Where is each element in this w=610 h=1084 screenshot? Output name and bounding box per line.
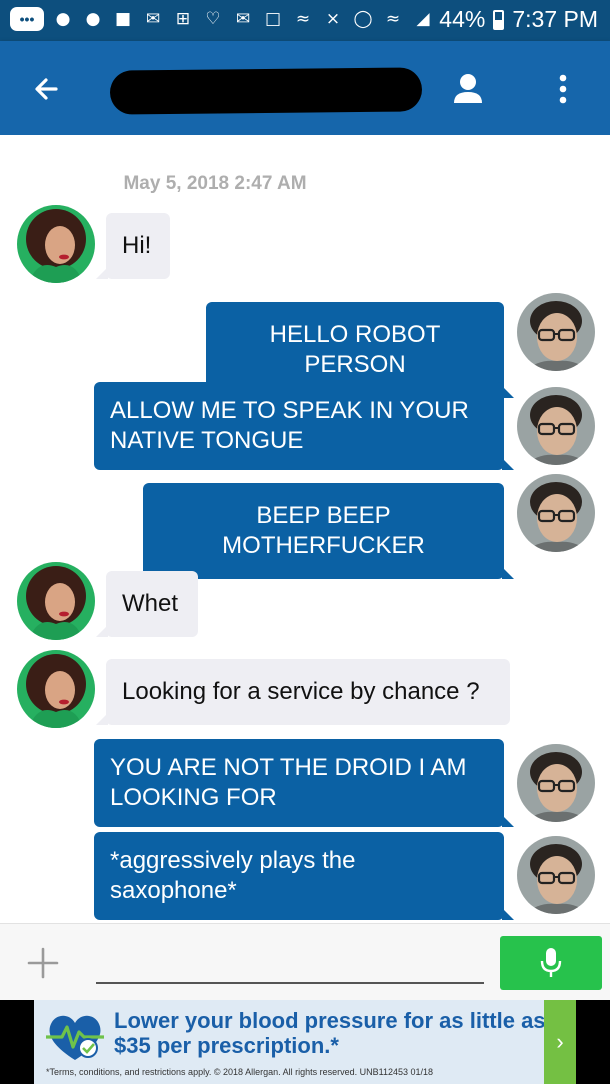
alarm-icon: ◯ bbox=[353, 9, 373, 29]
messenger-icon: ● bbox=[85, 9, 101, 29]
status-bar: ••• ● ● ■ ✉ ⊞ ♡ ✉ □ ≈ × ◯ ≈ ◢ 44% 7:37 P… bbox=[0, 0, 610, 41]
message-input[interactable] bbox=[96, 944, 484, 984]
cell-signal-icon: ◢ bbox=[416, 9, 430, 29]
snapchat-icon: ● bbox=[55, 9, 71, 29]
ad-headline: Lower your blood pressure for as little … bbox=[114, 1008, 546, 1058]
wifi-icon: ≈ bbox=[295, 9, 311, 29]
battery-icon bbox=[493, 9, 505, 30]
incoming-bubble[interactable]: Whet bbox=[96, 571, 198, 637]
wifi-signal-icon: ≈ bbox=[385, 9, 401, 29]
contact-button[interactable] bbox=[448, 69, 488, 109]
self-avatar[interactable] bbox=[517, 474, 595, 552]
more-vert-icon bbox=[559, 74, 567, 104]
self-avatar[interactable] bbox=[517, 387, 595, 465]
avatar-photo bbox=[517, 744, 595, 822]
ad-banner[interactable]: Lower your blood pressure for as little … bbox=[34, 1000, 576, 1084]
avatar-photo bbox=[517, 387, 595, 465]
mute-icon: × bbox=[325, 9, 341, 29]
avatar-photo bbox=[17, 205, 95, 283]
overflow-menu-button[interactable] bbox=[548, 67, 578, 111]
ad-fine-print: *Terms, conditions, and restrictions app… bbox=[46, 1067, 434, 1077]
outgoing-bubble[interactable]: BEEP BEEP MOTHERFUCKER bbox=[143, 483, 514, 579]
redaction-bar bbox=[109, 67, 423, 115]
heart-icon: ♡ bbox=[205, 9, 221, 29]
contact-avatar[interactable] bbox=[17, 562, 95, 640]
heart-pulse-icon bbox=[44, 1010, 106, 1064]
microphone-icon bbox=[540, 948, 562, 977]
contact-avatar[interactable] bbox=[17, 650, 95, 728]
plus-app-icon: ⊞ bbox=[175, 9, 191, 29]
message-icon: □ bbox=[264, 9, 282, 29]
back-button[interactable] bbox=[26, 67, 70, 111]
back-arrow-icon bbox=[35, 78, 58, 100]
more-icon: ••• bbox=[10, 7, 44, 31]
gmail-icon: ✉ bbox=[145, 9, 161, 29]
outgoing-bubble[interactable]: YOU ARE NOT THE DROID I AM LOOKING FOR bbox=[94, 739, 514, 827]
incoming-bubble[interactable]: Hi! bbox=[96, 213, 170, 279]
gmail-icon: ✉ bbox=[235, 9, 251, 29]
incoming-bubble[interactable]: Looking for a service by chance ? bbox=[96, 659, 510, 725]
message-composer bbox=[0, 923, 610, 1000]
outgoing-bubble[interactable]: *aggressively plays the saxophone* bbox=[94, 832, 514, 920]
app-bar bbox=[0, 41, 610, 135]
ad-chevron-right-icon[interactable]: › bbox=[544, 1000, 576, 1084]
avatar-photo bbox=[17, 650, 95, 728]
self-avatar[interactable] bbox=[517, 293, 595, 371]
contact-avatar[interactable] bbox=[17, 205, 95, 283]
clock: 7:37 PM bbox=[512, 6, 598, 32]
self-avatar[interactable] bbox=[517, 744, 595, 822]
plus-icon bbox=[27, 947, 59, 979]
voice-record-button[interactable] bbox=[500, 936, 602, 990]
avatar-photo bbox=[517, 474, 595, 552]
avatar-photo bbox=[17, 562, 95, 640]
person-icon bbox=[454, 74, 482, 103]
self-avatar[interactable] bbox=[517, 836, 595, 914]
battery-percent: 44% bbox=[439, 6, 486, 32]
contact-name-redacted bbox=[109, 67, 423, 115]
attach-button[interactable] bbox=[26, 946, 60, 980]
avatar-photo bbox=[517, 836, 595, 914]
notification-icons: ••• ● ● ■ ✉ ⊞ ♡ ✉ □ ≈ × ◯ ≈ ◢ bbox=[10, 7, 434, 31]
outgoing-bubble[interactable]: ALLOW ME TO SPEAK IN YOUR NATIVE TONGUE bbox=[94, 382, 514, 470]
timestamp: May 5, 2018 2:47 AM bbox=[123, 173, 307, 194]
chat-icon: ■ bbox=[114, 9, 132, 29]
conversation[interactable]: May 5, 2018 2:47 AM Hi! HELLO ROBOT PERS… bbox=[0, 135, 610, 923]
ad-container: Lower your blood pressure for as little … bbox=[0, 1000, 610, 1084]
avatar-photo bbox=[517, 293, 595, 371]
